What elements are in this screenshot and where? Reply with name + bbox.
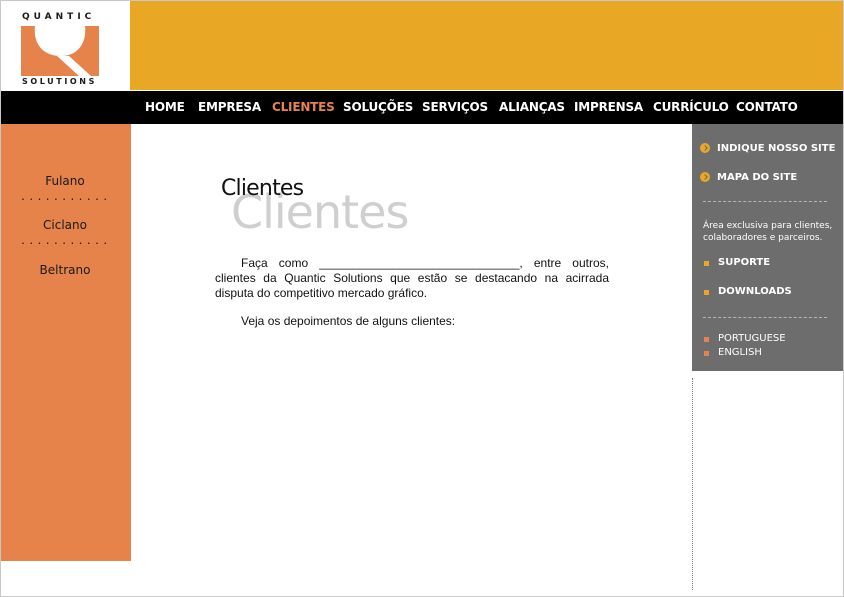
sidebar-item-ciclano[interactable]: Ciclano — [0, 218, 130, 232]
client-sidebar — [1, 124, 131, 561]
indique-nosso-site-link[interactable]: INDIQUE NOSSO SITE — [717, 143, 835, 154]
bullet-square-icon — [704, 337, 709, 342]
language-portuguese-link[interactable]: PORTUGUESE — [718, 333, 786, 344]
sidebar-item-fulano[interactable]: Fulano — [0, 174, 130, 188]
testimonials-intro: Veja os depoimentos de alguns clientes: — [241, 314, 456, 328]
arrow-circle-icon — [700, 143, 710, 153]
nav-item-curriculo[interactable]: CURRÍCULO — [653, 100, 729, 114]
divider — [703, 317, 827, 318]
vertical-dotted-divider — [692, 378, 695, 590]
arrow-circle-icon — [700, 172, 710, 182]
nav-item-imprensa[interactable]: IMPRENSA — [574, 100, 643, 114]
bullet-square-icon — [704, 351, 709, 356]
nav-item-servicos[interactable]: SERVIÇOS — [422, 100, 488, 114]
nav-item-empresa[interactable]: EMPRESA — [198, 100, 261, 114]
nav-item-solucoes[interactable]: SOLUÇÕES — [343, 100, 413, 114]
logo-text-bottom: SOLUTIONS — [22, 77, 97, 86]
bullet-square-icon — [704, 261, 709, 266]
mapa-do-site-link[interactable]: MAPA DO SITE — [717, 172, 797, 183]
suporte-link[interactable]: SUPORTE — [718, 257, 770, 268]
nav-item-clientes[interactable]: CLIENTES — [272, 100, 335, 114]
quantic-q-logo-icon — [21, 26, 99, 76]
header-banner — [130, 1, 843, 90]
logo-text-top: QUANTIC — [22, 12, 96, 22]
nav-item-contato[interactable]: CONTATO — [736, 100, 798, 114]
sidebar-item-beltrano[interactable]: Beltrano — [0, 263, 130, 277]
language-english-link[interactable]: ENGLISH — [718, 347, 762, 358]
nav-item-aliancas[interactable]: ALIANÇAS — [499, 100, 565, 114]
divider — [703, 201, 827, 202]
bullet-square-icon — [704, 290, 709, 295]
sidebar-separator: ........... — [20, 192, 111, 203]
page-title: Clientes — [221, 176, 304, 201]
exclusive-area-text: Área exclusiva para clientes, colaborado… — [703, 221, 833, 243]
main-nav: HOME EMPRESA CLIENTES SOLUÇÕES SERVIÇOS … — [1, 91, 843, 124]
downloads-link[interactable]: DOWNLOADS — [718, 286, 792, 297]
sidebar-separator: ........... — [20, 236, 111, 247]
intro-paragraph: Faça como ______________________________… — [215, 256, 609, 300]
nav-item-home[interactable]: HOME — [145, 100, 185, 114]
